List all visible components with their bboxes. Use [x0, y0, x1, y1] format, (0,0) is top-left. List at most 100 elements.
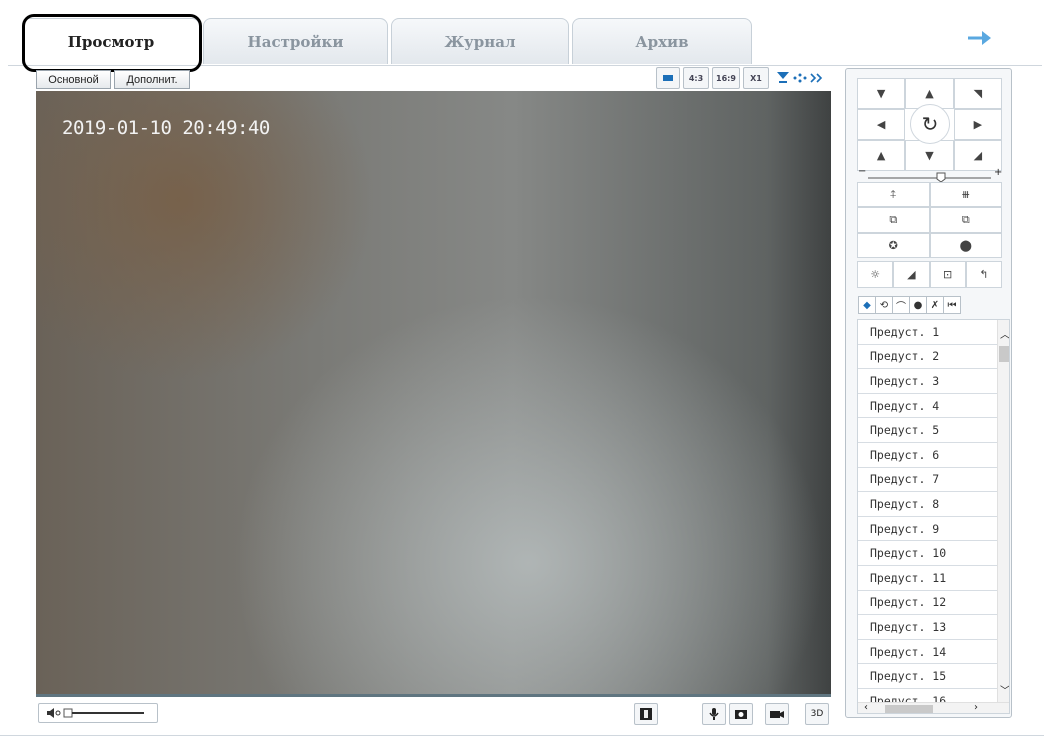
pan-up-right-button[interactable]: ◥	[953, 78, 1002, 109]
main-tab-bar: Просмотр Настройки Журнал Архив	[8, 4, 1042, 72]
scrollbar-thumb[interactable]	[999, 346, 1009, 362]
ratio-4-3-button[interactable]: 4:3	[683, 67, 709, 89]
zoom-out-button[interactable]: ⧻	[929, 182, 1002, 208]
preset-item[interactable]: Предуст. 3	[858, 369, 997, 394]
ptz-function-tabs: ◆ ⟲ ⌒ ● ✗ ⏮	[858, 296, 961, 314]
tab-playback[interactable]: Архив	[572, 18, 752, 64]
window-size-icon	[663, 75, 673, 81]
ptz-aux-controls: ☼ ◢ ⊡ ↰	[857, 261, 1002, 288]
wiper-icon: ◢	[907, 268, 916, 281]
scroll-right-icon[interactable]: ›	[974, 702, 978, 713]
pan-left-button[interactable]: ◀	[857, 109, 906, 140]
logout-arrow-icon[interactable]	[966, 26, 996, 50]
arrow-right-icon: ▶	[973, 118, 983, 131]
stream-options-icon	[777, 72, 823, 83]
patrol-icon: ⟲	[879, 299, 889, 311]
ptz-speed-slider[interactable]: − +	[858, 166, 1002, 183]
talk-button[interactable]	[702, 703, 726, 725]
camera-icon	[735, 710, 747, 719]
preset-item[interactable]: Предуст. 1	[858, 320, 997, 345]
scrollbar-thumb[interactable]	[885, 705, 933, 713]
tab-preset[interactable]: ◆	[858, 296, 876, 314]
full-screen-button[interactable]	[634, 703, 658, 725]
active-tab-highlight	[22, 14, 202, 72]
pin-icon: ●	[913, 299, 923, 311]
stream-options-button[interactable]	[772, 67, 830, 89]
iris-open-button[interactable]: ✪	[857, 232, 930, 258]
pattern-icon: ⌒	[896, 301, 906, 313]
tilt-down-button[interactable]: ▼	[905, 140, 954, 171]
tab-label: Настройки	[247, 32, 344, 51]
scale-x1-button[interactable]: X1	[743, 67, 769, 89]
preset-item[interactable]: Предуст. 5	[858, 418, 997, 443]
ratio-16-9-button[interactable]: 16:9	[712, 67, 740, 89]
scroll-up-icon[interactable]: ︿	[1000, 326, 1009, 341]
tab-configuration[interactable]: Настройки	[203, 18, 388, 64]
arrow-up-icon: ▲	[925, 87, 934, 100]
capture-button[interactable]	[729, 703, 753, 725]
preset-item[interactable]: Предуст. 15	[858, 664, 997, 689]
preset-item[interactable]: Предуст. 8	[858, 492, 997, 517]
preset-item[interactable]: Предуст. 10	[858, 541, 997, 566]
record-button[interactable]	[765, 703, 789, 725]
ptz-3d-button[interactable]: 3D	[805, 703, 829, 725]
tab-patrol[interactable]: ⟲	[875, 296, 893, 314]
zoom-in-button[interactable]: ⍏	[857, 182, 930, 208]
auto-pan-button[interactable]: ↻	[910, 104, 950, 144]
arrow-down-right-icon: ◢	[973, 149, 983, 162]
live-video-view[interactable]: 2019-01-10 20:49:40	[36, 91, 831, 696]
zoom-in-icon: ⍏	[889, 187, 897, 201]
pan-up-left-button[interactable]: ▼	[857, 78, 906, 109]
arrow-down-icon: ▼	[925, 149, 934, 162]
iris-close-icon: ⬤	[959, 238, 972, 252]
focus-far-button[interactable]: ⧉	[929, 207, 1002, 233]
film-icon	[640, 708, 652, 720]
tab-pattern[interactable]: ⌒	[892, 296, 910, 314]
preset-list: Предуст. 1 Предуст. 2 Предуст. 3 Предуст…	[858, 320, 997, 713]
preset-item[interactable]: Предуст. 11	[858, 566, 997, 591]
preset-vertical-scrollbar[interactable]: ︿ ﹀	[997, 320, 1009, 703]
ptz-control-panel: ▼ ▲ ◥ ◀ ▶ ▲ ▼ ◢ ↻ − + ⍏ ⧻ ⧉ ⧉ ✪ ⬤ ☼ ◢ ⊡ …	[845, 68, 1012, 718]
rotate-icon: ↻	[921, 112, 939, 136]
arrow-down-left-icon: ▲	[876, 149, 886, 162]
arrow-left-icon: ◀	[876, 118, 886, 131]
auxiliary-focus-button[interactable]: ⊡	[929, 261, 966, 288]
tab-motion[interactable]: ✗	[926, 296, 944, 314]
tab-more[interactable]: ⏮	[943, 296, 961, 314]
wiper-button[interactable]: ◢	[893, 261, 930, 288]
focus-near-icon: ⧉	[889, 212, 898, 226]
return-arrow-icon: ↰	[979, 268, 989, 281]
lens-init-button[interactable]: ↰	[965, 261, 1002, 288]
pan-right-button[interactable]: ▶	[953, 109, 1002, 140]
light-button[interactable]: ☼	[857, 261, 894, 288]
tab-park[interactable]: ●	[909, 296, 927, 314]
tab-log[interactable]: Журнал	[391, 18, 569, 64]
skip-icon: ⏮	[947, 299, 957, 311]
arrow-up-right-icon: ◥	[973, 87, 983, 100]
preset-item[interactable]: Предуст. 6	[858, 443, 997, 468]
main-stream-button[interactable]: Основной	[36, 70, 111, 89]
speed-minus-label: −	[858, 166, 867, 177]
tab-label: Архив	[635, 32, 689, 51]
preset-item[interactable]: Предуст. 4	[858, 394, 997, 419]
running-man-icon: ✗	[930, 299, 940, 311]
scroll-left-icon[interactable]: ‹	[864, 702, 868, 713]
iris-close-button[interactable]: ⬤	[929, 232, 1002, 258]
focus-far-icon: ⧉	[961, 212, 970, 226]
preset-item[interactable]: Предуст. 9	[858, 517, 997, 542]
focus-near-button[interactable]: ⧉	[857, 207, 930, 233]
scroll-down-icon[interactable]: ﹀	[1000, 682, 1009, 697]
preset-horizontal-scrollbar[interactable]: ‹ ›	[858, 702, 1009, 713]
preset-item[interactable]: Предуст. 14	[858, 640, 997, 665]
ptz-lens-controls: ⍏ ⧻ ⧉ ⧉ ✪ ⬤	[857, 182, 1002, 258]
preset-item[interactable]: Предуст. 7	[858, 468, 997, 493]
preset-list-box: Предуст. 1 Предуст. 2 Предуст. 3 Предуст…	[857, 319, 1010, 714]
preset-item[interactable]: Предуст. 2	[858, 345, 997, 370]
iris-open-icon: ✪	[888, 238, 898, 252]
preset-item[interactable]: Предуст. 12	[858, 591, 997, 616]
focus-frame-icon: ⊡	[943, 268, 953, 281]
original-ratio-button[interactable]	[656, 67, 680, 89]
volume-control[interactable]	[38, 703, 158, 723]
preset-item[interactable]: Предуст. 13	[858, 615, 997, 640]
sub-stream-button[interactable]: Дополнит.	[114, 70, 190, 89]
